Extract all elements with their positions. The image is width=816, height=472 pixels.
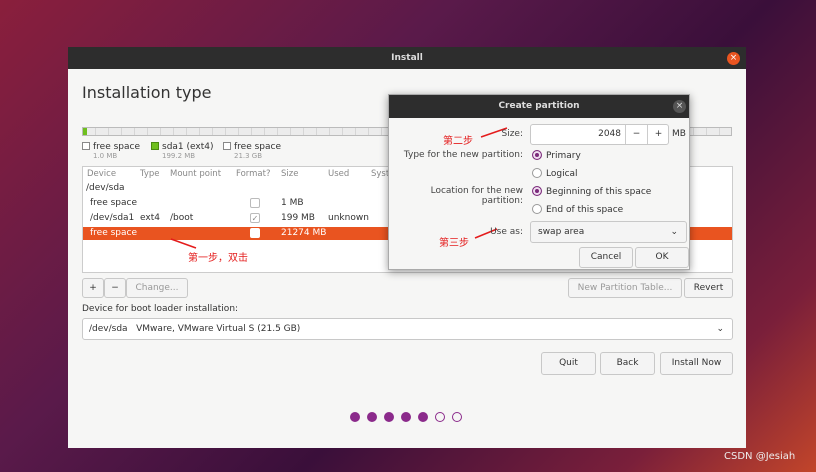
format-checkbox[interactable]: ✓ (250, 213, 260, 223)
legend-free-2: free space 21.3 GB (223, 142, 281, 160)
legend-sda1: sda1 (ext4) 199.2 MB (151, 142, 214, 160)
window-title: Install (68, 47, 746, 69)
bootloader-select[interactable]: /dev/sda VMware, VMware Virtual S (21.5 … (82, 318, 733, 340)
use-as-select[interactable]: swap area ⌄ (530, 221, 687, 243)
close-icon[interactable]: × (727, 52, 740, 65)
size-label: Size: (501, 129, 523, 139)
radio-end[interactable]: End of this space (532, 204, 623, 215)
new-partition-table-button[interactable]: New Partition Table... (568, 278, 682, 298)
page-title: Installation type (82, 83, 212, 102)
quit-button[interactable]: Quit (541, 352, 596, 375)
location-label: Location for the new partition: (430, 186, 523, 206)
progress-dot (418, 412, 428, 422)
add-partition-button[interactable]: + (82, 278, 104, 298)
progress-dot (435, 412, 445, 422)
legend-free-1: free space 1.0 MB (82, 142, 140, 160)
ok-button[interactable]: OK (635, 247, 689, 268)
size-unit: MB (672, 129, 686, 139)
size-input[interactable]: 2048 (531, 129, 621, 139)
back-button[interactable]: Back (600, 352, 655, 375)
size-spinner: 2048 − + (530, 124, 669, 145)
progress-dot (401, 412, 411, 422)
format-checkbox[interactable] (250, 198, 260, 208)
format-checkbox[interactable] (250, 228, 260, 238)
dialog-close-icon[interactable]: × (673, 100, 686, 113)
chevron-down-icon: ⌄ (670, 227, 678, 237)
chevron-down-icon: ⌄ (716, 324, 724, 334)
increment-button[interactable]: + (647, 125, 669, 144)
progress-dot (384, 412, 394, 422)
progress-dots (350, 412, 469, 425)
radio-primary[interactable]: Primary (532, 150, 581, 161)
dialog-title: Create partition (389, 95, 689, 118)
progress-dot (350, 412, 360, 422)
bootloader-value: /dev/sda VMware, VMware Virtual S (21.5 … (89, 324, 301, 334)
watermark: CSDN @Jesiah (724, 451, 796, 462)
use-as-label: Use as: (490, 227, 523, 237)
annotation-step1: 第一步，双击 (188, 253, 248, 264)
cancel-button[interactable]: Cancel (579, 247, 633, 268)
create-partition-dialog: Create partition × 第二步 Size: 2048 − + MB… (388, 94, 690, 270)
radio-beginning[interactable]: Beginning of this space (532, 186, 651, 197)
arrow-icon (170, 238, 197, 249)
decrement-button[interactable]: − (625, 125, 647, 144)
progress-dot (452, 412, 462, 422)
use-as-value: swap area (538, 227, 585, 237)
bootloader-label: Device for boot loader installation: (82, 304, 239, 314)
install-now-button[interactable]: Install Now (660, 352, 733, 375)
change-button[interactable]: Change... (126, 278, 188, 298)
remove-partition-button[interactable]: − (104, 278, 126, 298)
progress-dot (367, 412, 377, 422)
type-label: Type for the new partition: (403, 150, 523, 160)
radio-logical[interactable]: Logical (532, 168, 578, 179)
revert-button[interactable]: Revert (684, 278, 733, 298)
